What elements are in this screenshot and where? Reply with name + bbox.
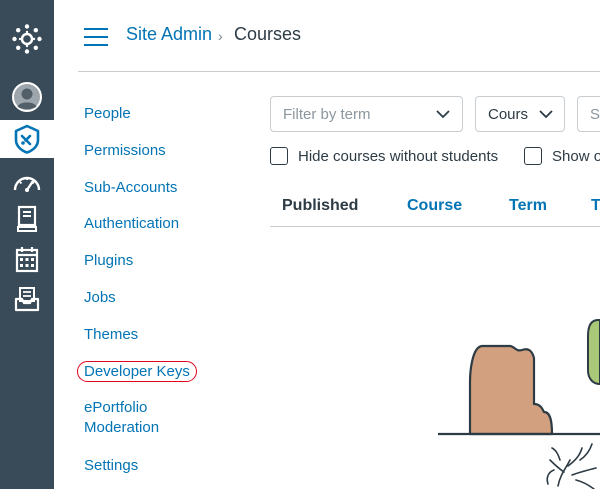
header-divider: [78, 71, 600, 72]
checkbox-box[interactable]: [524, 147, 542, 165]
nav-jobs[interactable]: Jobs: [84, 288, 116, 308]
dashboard-icon[interactable]: [0, 163, 54, 201]
breadcrumb-separator: ›: [218, 28, 223, 44]
course-type-select[interactable]: Cours: [475, 96, 565, 132]
global-nav: [0, 0, 54, 489]
nav-permissions[interactable]: Permissions: [84, 141, 166, 161]
course-search-placeholder: Se: [590, 106, 600, 123]
breadcrumb-current: Courses: [234, 24, 302, 44]
nav-themes[interactable]: Themes: [84, 325, 138, 345]
nav-authentication[interactable]: Authentication: [84, 214, 179, 234]
admin-shield-icon[interactable]: [0, 120, 54, 158]
table-header-divider: [270, 226, 600, 227]
nav-plugins[interactable]: Plugins: [84, 251, 133, 271]
column-header-published: Published: [282, 197, 359, 214]
column-header-course[interactable]: Course: [407, 197, 462, 215]
chevron-down-icon: [436, 110, 450, 119]
course-search-input[interactable]: Se: [577, 96, 600, 132]
menu-toggle-icon[interactable]: [84, 28, 108, 46]
nav-people[interactable]: People: [84, 104, 131, 124]
hide-without-students-checkbox[interactable]: Hide courses without students: [270, 146, 498, 166]
term-filter-placeholder: Filter by term: [283, 106, 371, 123]
breadcrumb-site-admin[interactable]: Site Admin: [126, 24, 212, 45]
hide-without-students-label: Hide courses without students: [298, 147, 499, 165]
nav-settings[interactable]: Settings: [84, 456, 138, 476]
show-other-label: Show o: [552, 147, 600, 165]
inbox-icon[interactable]: [0, 280, 54, 318]
show-other-checkbox[interactable]: Show o: [524, 146, 600, 166]
chevron-down-icon: [539, 110, 553, 119]
canvas-logo-icon[interactable]: [0, 20, 54, 58]
nav-sub-accounts[interactable]: Sub-Accounts: [84, 178, 177, 198]
nav-developer-keys[interactable]: Developer Keys: [77, 361, 197, 382]
column-header-teacher[interactable]: Te: [591, 197, 600, 215]
term-filter-select[interactable]: Filter by term: [270, 96, 463, 132]
course-type-value: Cours: [488, 106, 529, 123]
checkbox-box[interactable]: [270, 147, 288, 165]
desert-empty-state-illustration: [438, 319, 600, 489]
nav-eportfolio-moderation[interactable]: ePortfolio Moderation: [84, 398, 204, 438]
column-header-term[interactable]: Term: [509, 197, 547, 215]
courses-icon[interactable]: [0, 200, 54, 238]
calendar-icon[interactable]: [0, 240, 54, 278]
account-avatar-icon[interactable]: [0, 78, 54, 116]
